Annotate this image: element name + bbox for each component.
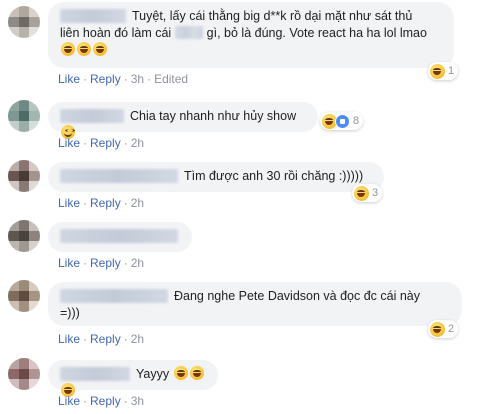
separator: · xyxy=(83,72,88,86)
separator: · xyxy=(123,196,128,210)
blurred-author-name[interactable] xyxy=(60,9,126,23)
timestamp[interactable]: 3h xyxy=(131,394,144,408)
edited-label[interactable]: Edited xyxy=(154,72,188,86)
haha-reaction-icon xyxy=(430,321,445,337)
separator: · xyxy=(123,256,128,270)
comment-actions: Like · Reply · 2h xyxy=(58,196,144,210)
like-link[interactable]: Like xyxy=(58,256,80,270)
separator: · xyxy=(123,72,128,86)
reaction-count-value: 2 xyxy=(448,323,455,335)
comment-text: liên hoàn đó làm cái xyxy=(60,26,172,40)
separator: · xyxy=(83,394,88,408)
reaction-count[interactable]: 8 xyxy=(320,112,364,130)
laughing-emoji-icon xyxy=(93,42,107,56)
laughing-emoji-icon xyxy=(173,366,188,380)
blurred-author-name[interactable] xyxy=(60,367,130,381)
blurred-author-name[interactable] xyxy=(60,169,178,183)
separator: · xyxy=(147,72,152,86)
comment-bubble: Tìm được anh 30 rồi chăng :))))) xyxy=(48,162,384,192)
like-link[interactable]: Like xyxy=(58,136,80,150)
separator: · xyxy=(83,136,88,150)
timestamp[interactable]: 2h xyxy=(131,332,144,346)
separator: · xyxy=(123,394,128,408)
timestamp[interactable]: 3h xyxy=(131,72,144,86)
avatar[interactable] xyxy=(8,6,40,38)
comment-actions: Like · Reply · 2h xyxy=(58,256,144,270)
avatar[interactable] xyxy=(8,358,40,390)
laughing-emoji-icon xyxy=(77,42,91,56)
laughing-emoji-icon xyxy=(61,42,75,56)
comment-bubble xyxy=(48,222,192,252)
reaction-count[interactable]: 1 xyxy=(428,62,459,80)
comment-text: Yayyy xyxy=(136,367,170,381)
reaction-count-value: 8 xyxy=(353,115,360,127)
blurred-author-name[interactable] xyxy=(60,289,168,303)
like-link[interactable]: Like xyxy=(58,394,80,408)
comment-actions: Like · Reply · 3h xyxy=(58,394,144,408)
avatar[interactable] xyxy=(8,160,40,192)
comment-actions: Like · Reply · 2h xyxy=(58,332,144,346)
comment-text: Chia tay nhanh như hủy show xyxy=(130,109,297,123)
reaction-count[interactable]: 2 xyxy=(428,320,459,338)
reply-link[interactable]: Reply xyxy=(90,196,121,210)
haha-reaction-icon xyxy=(430,63,445,79)
comment-bubble: Yayyy xyxy=(48,360,218,397)
reaction-count-value: 3 xyxy=(372,187,379,199)
separator: · xyxy=(123,136,128,150)
blurred-author-name[interactable] xyxy=(60,109,124,123)
avatar[interactable] xyxy=(8,220,40,252)
reaction-count[interactable]: 3 xyxy=(352,184,383,202)
reply-link[interactable]: Reply xyxy=(90,136,121,150)
like-link[interactable]: Like xyxy=(58,72,80,86)
comment-actions: Like · Reply · 3h · Edited xyxy=(58,72,188,86)
reply-link[interactable]: Reply xyxy=(90,72,121,86)
comment-text: Tuyệt, lấy cái thằng big d**k rồ dại mặt… xyxy=(132,9,413,23)
like-reaction-icon xyxy=(335,113,350,129)
reply-link[interactable]: Reply xyxy=(90,256,121,270)
avatar[interactable] xyxy=(8,100,40,132)
laughing-emoji-icon xyxy=(189,366,204,380)
comment-text: gì, bỏ là đúng. Vote react ha ha lol lma… xyxy=(206,26,427,40)
like-link[interactable]: Like xyxy=(58,332,80,346)
haha-reaction-icon xyxy=(354,185,369,201)
avatar[interactable] xyxy=(8,280,40,312)
comment-bubble: Tuyệt, lấy cái thằng big d**k rồ dại mặt… xyxy=(48,2,454,68)
timestamp[interactable]: 2h xyxy=(131,196,144,210)
separator: · xyxy=(83,332,88,346)
comment-bubble: Chia tay nhanh như hủy show xyxy=(48,102,318,139)
like-link[interactable]: Like xyxy=(58,196,80,210)
reaction-count-value: 1 xyxy=(448,65,455,77)
separator: · xyxy=(83,256,88,270)
separator: · xyxy=(123,332,128,346)
comment-text: Tìm được anh 30 rồi chăng :))))) xyxy=(184,169,364,183)
reply-link[interactable]: Reply xyxy=(90,332,121,346)
timestamp[interactable]: 2h xyxy=(131,136,144,150)
comment-bubble: Đang nghe Pete Davidson và đọc đc cái nà… xyxy=(48,282,462,326)
comment-text: =))) xyxy=(60,306,80,320)
comment-actions: Like · Reply · 2h xyxy=(58,136,144,150)
separator: · xyxy=(83,196,88,210)
blurred-word xyxy=(174,26,203,39)
blurred-author-name[interactable] xyxy=(60,229,178,243)
timestamp[interactable]: 2h xyxy=(131,256,144,270)
reply-link[interactable]: Reply xyxy=(90,394,121,408)
comment-text: Đang nghe Pete Davidson và đọc đc cái nà… xyxy=(174,289,420,303)
